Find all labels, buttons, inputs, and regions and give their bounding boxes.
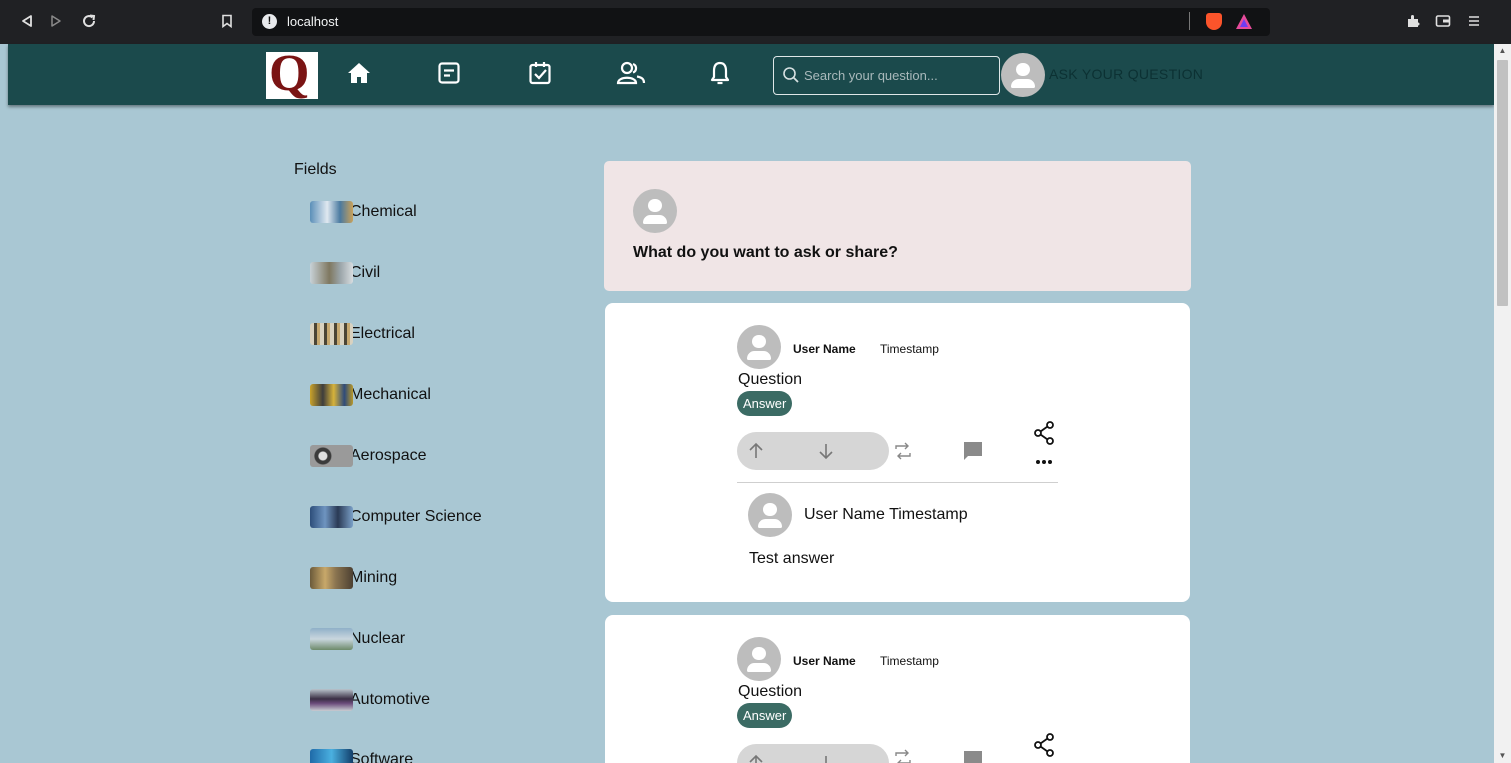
post-question[interactable]: Question: [738, 371, 802, 389]
sidebar-item-label: Civil: [350, 264, 381, 281]
address-bar[interactable]: ! localhost: [252, 8, 1270, 36]
vote-pill: [737, 432, 889, 470]
bookmark-icon[interactable]: [218, 12, 236, 30]
comment-icon[interactable]: [961, 439, 985, 463]
answer-button[interactable]: Answer: [737, 703, 793, 728]
brave-shields-icon[interactable]: [1206, 13, 1222, 30]
vote-pill: [737, 744, 889, 763]
answer-text: Test answer: [749, 550, 835, 567]
sidebar-item-mechanical[interactable]: Mechanical: [310, 383, 431, 407]
url-divider: [1189, 12, 1190, 30]
scroll-down-arrow[interactable]: ▼: [1494, 749, 1511, 763]
spaces-icon[interactable]: [616, 58, 646, 88]
site-info-icon[interactable]: !: [262, 14, 277, 29]
more-options-icon[interactable]: [1034, 458, 1054, 466]
sidebar-item-mining[interactable]: Mining: [310, 566, 397, 590]
sidebar-item-label: Automotive: [350, 691, 431, 708]
post-timestamp: Timestamp: [880, 654, 939, 668]
brave-rewards-icon[interactable]: [1236, 14, 1252, 29]
mining-image: [310, 567, 353, 589]
ask-avatar: [633, 189, 677, 233]
sidebar-item-civil[interactable]: Civil: [310, 261, 380, 285]
answers-divider: [737, 482, 1058, 483]
sidebar-item-electrical[interactable]: Electrical: [310, 322, 415, 346]
post-user-name[interactable]: User Name: [793, 342, 856, 356]
answer-button[interactable]: Answer: [737, 391, 793, 416]
sidebar-item-automotive[interactable]: Automotive: [310, 688, 430, 712]
forward-icon[interactable]: [47, 12, 65, 30]
nuclear-image: [310, 628, 353, 650]
post-timestamp: Timestamp: [880, 342, 939, 356]
ask-prompt[interactable]: What do you want to ask or share?: [633, 244, 898, 262]
scroll-up-arrow[interactable]: ▲: [1494, 44, 1511, 58]
comment-icon[interactable]: [961, 748, 985, 763]
mechanical-image: [310, 384, 353, 406]
downvote-icon[interactable]: [817, 442, 835, 460]
sidebar-title: Fields: [294, 161, 337, 178]
post-card: User Name Timestamp Question Answer User…: [605, 303, 1190, 602]
sidebar-item-label: Mining: [350, 569, 398, 586]
electrical-image: [310, 323, 353, 345]
software-image: [310, 749, 353, 763]
answer-avatar[interactable]: [748, 493, 792, 537]
repost-icon[interactable]: [893, 748, 913, 763]
automotive-image: [310, 689, 353, 711]
post-question[interactable]: Question: [738, 683, 802, 701]
downvote-icon[interactable]: [817, 754, 835, 763]
post-avatar[interactable]: [737, 325, 781, 369]
search-input[interactable]: [804, 66, 994, 84]
quora-logo[interactable]: Q: [266, 48, 318, 100]
back-icon[interactable]: [18, 12, 36, 30]
upvote-icon[interactable]: [747, 442, 765, 460]
page-scrollbar[interactable]: ▲ ▼: [1494, 44, 1511, 763]
extensions-icon[interactable]: [1405, 12, 1423, 30]
sidebar-item-label: Nuclear: [350, 630, 406, 647]
civil-image: [310, 262, 353, 284]
menu-icon[interactable]: [1465, 12, 1483, 30]
post-avatar[interactable]: [737, 637, 781, 681]
share-icon[interactable]: [1033, 421, 1055, 445]
post-user-name[interactable]: User Name: [793, 654, 856, 668]
sidebar-item-computer-science[interactable]: Computer Science: [310, 505, 482, 529]
browser-toolbar: ! localhost: [0, 0, 1511, 44]
reload-icon[interactable]: [80, 12, 98, 30]
home-icon[interactable]: [344, 58, 374, 88]
computer-science-image: [310, 506, 353, 528]
sidebar-item-nuclear[interactable]: Nuclear: [310, 627, 405, 651]
upvote-icon[interactable]: [747, 754, 765, 763]
ask-box[interactable]: What do you want to ask or share?: [604, 161, 1191, 291]
wallet-icon[interactable]: [1434, 12, 1452, 30]
sidebar-item-software[interactable]: Software: [310, 748, 413, 763]
post-card: User Name Timestamp Question Answer: [605, 615, 1190, 763]
chemical-image: [310, 201, 353, 223]
notifications-icon[interactable]: [705, 58, 735, 88]
following-icon[interactable]: [434, 58, 464, 88]
app-header: Q ASK YOUR QUESTION: [8, 44, 1494, 105]
logo-letter: Q: [269, 45, 310, 102]
sidebar-item-label: Software: [350, 751, 414, 763]
sidebar-item-label: Mechanical: [350, 386, 431, 403]
ask-question-button[interactable]: ASK YOUR QUESTION: [1049, 66, 1203, 82]
search-icon: [782, 66, 800, 84]
sidebar-item-label: Chemical: [350, 203, 417, 220]
aerospace-image: [310, 445, 353, 467]
search-box[interactable]: [773, 56, 1000, 95]
url-text[interactable]: localhost: [287, 14, 338, 29]
share-icon[interactable]: [1033, 733, 1055, 757]
sidebar-item-label: Computer Science: [350, 508, 482, 525]
sidebar-item-chemical[interactable]: Chemical: [310, 200, 417, 224]
answer-icon[interactable]: [525, 58, 555, 88]
sidebar-item-aerospace[interactable]: Aerospace: [310, 444, 427, 468]
repost-icon[interactable]: [893, 441, 913, 461]
sidebar-item-label: Electrical: [350, 325, 415, 342]
user-avatar[interactable]: [1001, 53, 1045, 97]
answer-user-timestamp: User Name Timestamp: [804, 506, 968, 523]
sidebar-item-label: Aerospace: [350, 447, 427, 464]
scrollbar-thumb[interactable]: [1497, 60, 1508, 306]
